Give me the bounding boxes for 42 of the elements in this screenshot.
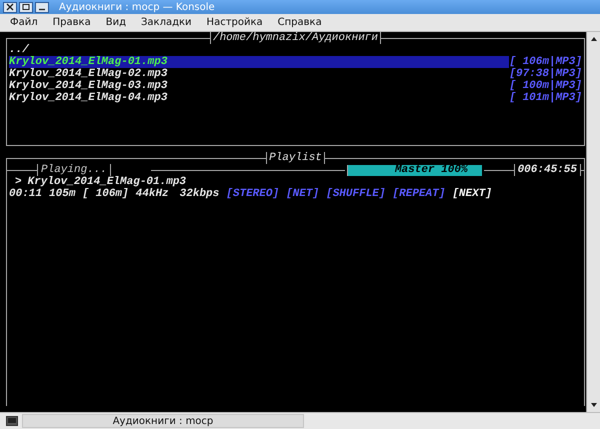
window-title: Аудиокниги : mocp — Konsole [59, 2, 215, 12]
mode-label: [REPEAT] [392, 188, 446, 200]
mode-label: [NET] [286, 188, 320, 200]
parent-directory[interactable]: ../ [9, 44, 582, 56]
menu-item[interactable]: Настройка [200, 17, 269, 28]
file-item[interactable]: Krylov_2014_ElMag-01.mp3 [9, 56, 510, 68]
file-info: [ 101m|MP3] [509, 92, 582, 104]
elapsed-time: 00:11 [9, 188, 42, 200]
current-marker: > [15, 176, 22, 188]
mode-label: [NEXT] [452, 188, 492, 200]
directory-path: /home/hymnazix/Аудиокниги [210, 32, 382, 44]
menu-item[interactable]: Правка [46, 17, 97, 28]
file-item[interactable]: Krylov_2014_ElMag-03.mp3 [9, 80, 510, 92]
file-info: [97:38|MP3] [509, 68, 582, 80]
file-item[interactable]: Krylov_2014_ElMag-04.mp3 [9, 92, 510, 104]
close-button[interactable] [3, 2, 17, 12]
menu-item[interactable]: Справка [272, 17, 328, 28]
scroll-up-icon[interactable] [590, 36, 598, 42]
menu-item[interactable]: Закладки [134, 17, 198, 28]
minimize-button[interactable] [35, 2, 49, 12]
maximize-button[interactable] [19, 2, 33, 12]
menu-item[interactable]: Файл [4, 17, 44, 28]
time-left: 105m [49, 188, 76, 200]
taskbar-button[interactable]: Аудиокниги : mocp [22, 414, 304, 428]
close-icon [6, 3, 14, 11]
file-info: [ 106m|MP3] [509, 56, 582, 68]
scroll-down-icon[interactable] [590, 402, 598, 408]
mode-label: [SHUFFLE] [326, 188, 386, 200]
player-state: Playing... [37, 164, 112, 176]
sample-rate: 44kHz [136, 188, 169, 200]
total-time: 006:45:55 [514, 164, 581, 176]
volume-bar[interactable]: Master 100% [346, 164, 482, 176]
playlist-title: Playlist [266, 152, 325, 164]
file-info: [ 100m|MP3] [509, 80, 582, 92]
scrollbar[interactable] [586, 32, 600, 412]
mode-label: [STEREO] [226, 188, 280, 200]
bitrate: 32kbps [180, 188, 220, 200]
maximize-icon [22, 3, 30, 11]
file-item[interactable]: Krylov_2014_ElMag-02.mp3 [9, 68, 510, 80]
track-duration: [ 106m] [82, 188, 129, 200]
menu-item[interactable]: Вид [100, 17, 132, 28]
current-track: Krylov_2014_ElMag-01.mp3 [28, 176, 186, 188]
